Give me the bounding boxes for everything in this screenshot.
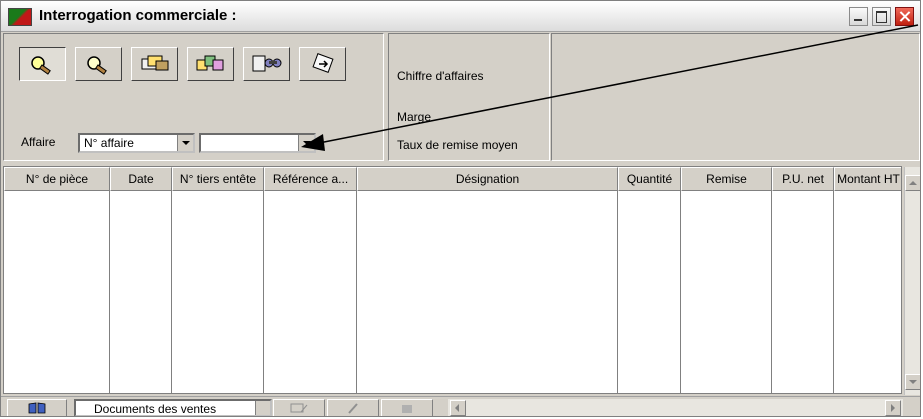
window: Interrogation commerciale : Affaire N° a… bbox=[0, 0, 921, 417]
annotation-arrow bbox=[301, 24, 919, 151]
